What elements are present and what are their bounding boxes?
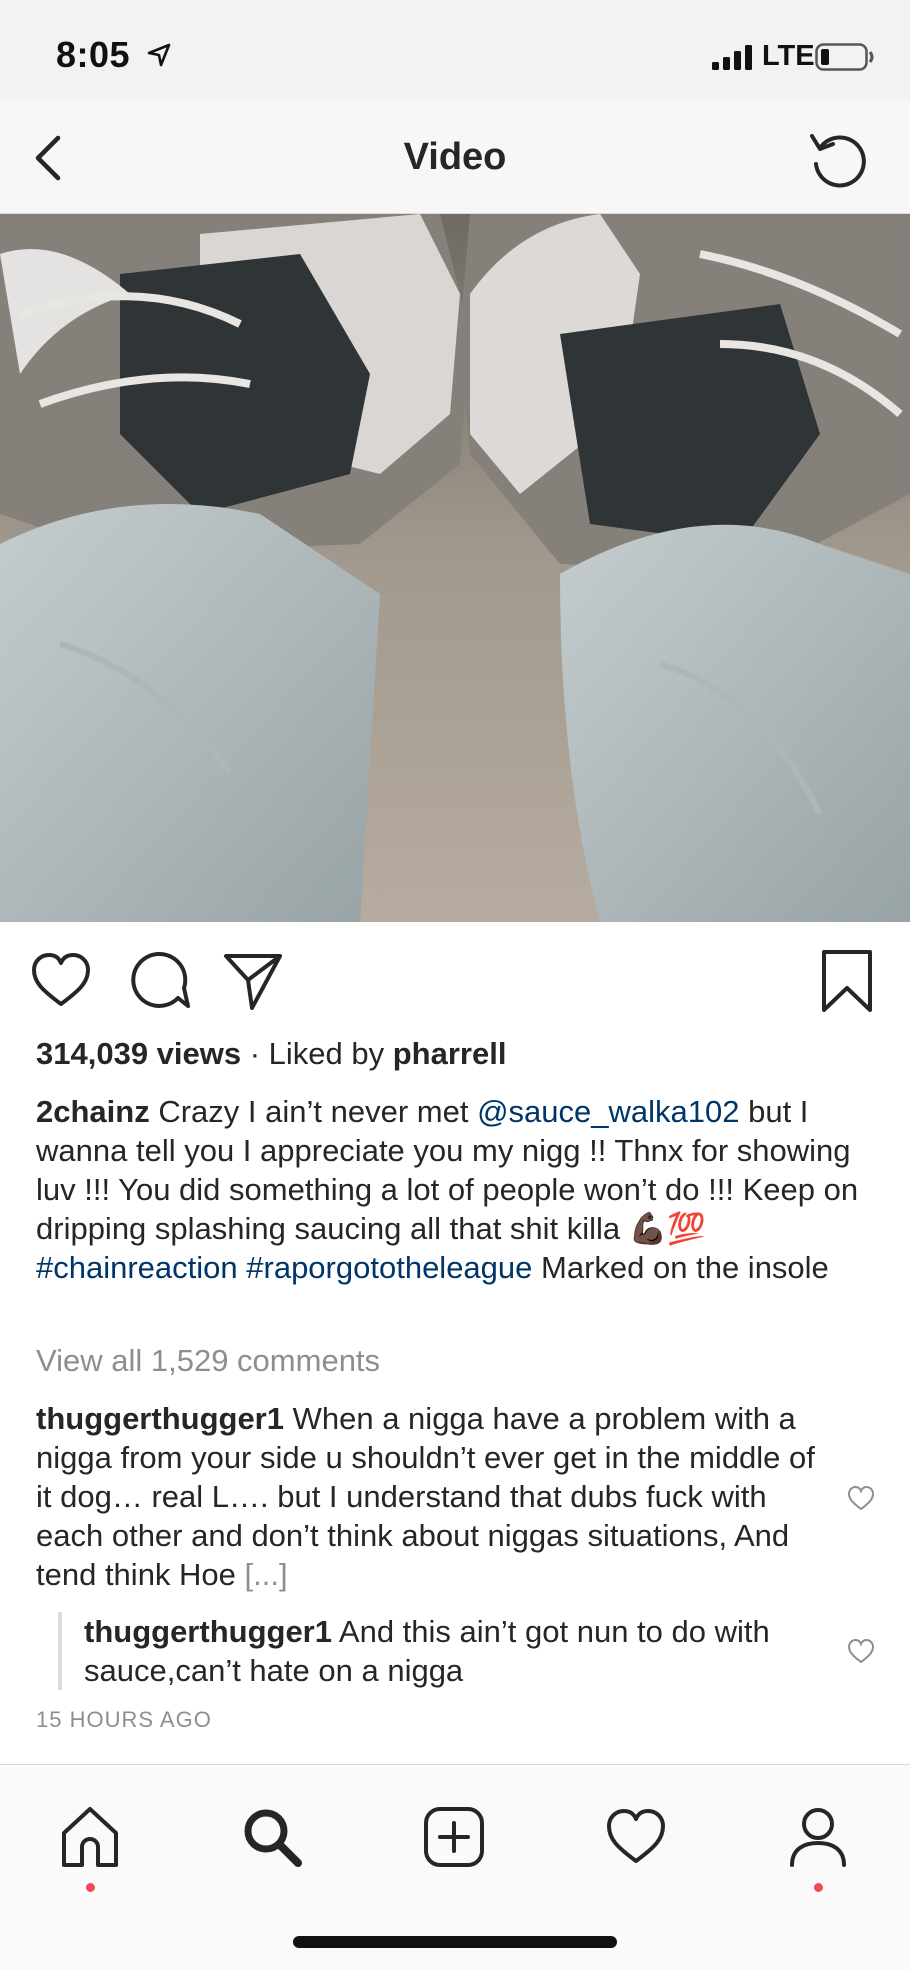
video-player[interactable] (0, 214, 910, 922)
caption-mention[interactable]: @sauce_walka102 (477, 1094, 739, 1129)
post-caption: 2chainz Crazy I ain’t never met @sauce_w… (36, 1092, 886, 1287)
battery-icon (815, 43, 874, 71)
comment: thuggerthugger1 When a nigga have a prob… (36, 1399, 816, 1594)
views-line: 314,039 views · Liked by pharrell (36, 1036, 506, 1072)
comment-icon[interactable] (126, 948, 192, 1014)
caption-text: Crazy I ain’t never met (149, 1094, 478, 1129)
share-icon[interactable] (220, 948, 286, 1014)
comment-more-link[interactable]: [...] (245, 1557, 288, 1592)
signal-bars-icon (712, 45, 752, 70)
comment-like-heart-icon[interactable] (846, 1484, 876, 1512)
comment-username[interactable]: thuggerthugger1 (36, 1401, 284, 1436)
network-label: LTE (762, 40, 815, 72)
bookmark-icon[interactable] (814, 948, 880, 1014)
view-all-comments-link[interactable]: View all 1,529 comments (36, 1343, 380, 1379)
liked-by-prefix: · Liked by (241, 1036, 393, 1071)
comment-like-heart-icon[interactable] (846, 1637, 876, 1665)
profile-icon[interactable] (786, 1805, 850, 1869)
home-notification-dot (86, 1883, 95, 1892)
reply-indent-bar (58, 1612, 62, 1690)
comment-reply: thuggerthugger1 And this ain’t got nun t… (84, 1612, 824, 1690)
caption-username[interactable]: 2chainz (36, 1094, 150, 1129)
location-arrow-icon (147, 43, 171, 67)
caption-emoji: 💪🏿💯 (628, 1211, 706, 1246)
status-bar: 8:05 LTE (0, 0, 910, 100)
page-title: Video (403, 136, 507, 178)
profile-notification-dot (814, 1883, 823, 1892)
home-icon[interactable] (58, 1805, 122, 1869)
status-time: 8:05 (56, 34, 131, 75)
home-indicator[interactable] (293, 1936, 617, 1948)
activity-heart-icon[interactable] (604, 1805, 668, 1869)
caption-hashtag[interactable]: #raporgototheleague (246, 1250, 532, 1285)
post-timestamp: 15 HOURS AGO (36, 1707, 212, 1732)
search-icon[interactable] (240, 1805, 304, 1869)
caption-hashtag[interactable]: #chainreaction (36, 1250, 238, 1285)
new-post-icon[interactable] (422, 1805, 486, 1869)
caption-text: Marked on the insole (532, 1250, 829, 1285)
heart-icon[interactable] (28, 948, 94, 1014)
refresh-icon[interactable] (806, 128, 870, 192)
nav-header: Video (0, 100, 910, 214)
view-count[interactable]: 314,039 views (36, 1036, 241, 1071)
comment-username[interactable]: thuggerthugger1 (84, 1614, 332, 1649)
liked-by-user[interactable]: pharrell (393, 1036, 507, 1071)
video-frame (0, 214, 910, 922)
post-actions (0, 948, 910, 1018)
